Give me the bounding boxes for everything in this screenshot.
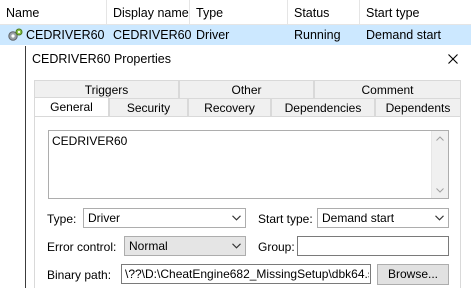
type-dropdown[interactable]: Driver bbox=[83, 208, 246, 228]
group-label: Group: bbox=[258, 240, 295, 254]
description-text: CEDRIVER60 bbox=[52, 134, 128, 148]
error-control-dropdown[interactable]: Normal bbox=[124, 236, 246, 256]
tab-general[interactable]: General bbox=[34, 97, 109, 118]
scroll-down-icon[interactable] bbox=[436, 188, 444, 193]
row-status: Running bbox=[294, 28, 341, 42]
column-header-display-name[interactable]: Display name bbox=[107, 0, 190, 24]
tab-recovery[interactable]: Recovery bbox=[188, 98, 271, 117]
binary-path-label: Binary path: bbox=[47, 268, 112, 282]
scroll-up-icon[interactable] bbox=[436, 136, 444, 141]
row-display-name: CEDRIVER60 bbox=[113, 28, 192, 42]
column-header-start-type[interactable]: Start type bbox=[360, 0, 471, 24]
error-control-label: Error control: bbox=[47, 240, 117, 254]
tab-row-front: General Security Recovery Dependencies D… bbox=[34, 97, 461, 118]
browse-button[interactable]: Browse... bbox=[377, 264, 449, 285]
binary-path-input[interactable]: \??\D:\CheatEngine682_MissingSetup\dbk64… bbox=[121, 264, 371, 284]
description-textarea[interactable]: CEDRIVER60 bbox=[48, 130, 449, 199]
dialog-title: CEDRIVER60 Properties bbox=[32, 52, 171, 66]
dialog-titlebar[interactable]: CEDRIVER60 Properties bbox=[26, 46, 471, 73]
tab-security[interactable]: Security bbox=[109, 98, 188, 117]
start-type-label: Start type: bbox=[258, 212, 313, 226]
start-type-value: Demand start bbox=[322, 211, 395, 225]
tab-dependencies[interactable]: Dependencies bbox=[271, 98, 375, 117]
tab-other[interactable]: Other bbox=[179, 80, 314, 99]
close-icon bbox=[448, 54, 458, 64]
properties-dialog: CEDRIVER60 Properties Triggers Other Com… bbox=[25, 46, 471, 288]
type-label: Type: bbox=[47, 212, 77, 226]
chevron-down-icon bbox=[435, 215, 444, 221]
row-start-type: Demand start bbox=[366, 28, 442, 42]
row-name: CEDRIVER60 bbox=[26, 28, 105, 42]
binary-path-value: \??\D:\CheatEngine682_MissingSetup\dbk64… bbox=[125, 267, 369, 281]
group-input[interactable] bbox=[297, 236, 449, 256]
chevron-down-icon bbox=[232, 215, 241, 221]
column-header-status[interactable]: Status bbox=[288, 0, 360, 24]
chevron-down-icon bbox=[232, 243, 241, 249]
start-type-dropdown[interactable]: Demand start bbox=[317, 208, 449, 228]
error-control-value: Normal bbox=[129, 239, 168, 253]
list-header: Name Display name Type Status Start type bbox=[0, 0, 471, 25]
tab-dependents[interactable]: Dependents bbox=[375, 98, 461, 117]
column-header-type[interactable]: Type bbox=[190, 0, 288, 24]
vertical-scrollbar[interactable] bbox=[431, 131, 448, 198]
close-button[interactable] bbox=[435, 46, 471, 73]
tab-comment[interactable]: Comment bbox=[314, 80, 461, 99]
type-value: Driver bbox=[88, 211, 120, 225]
row-type: Driver bbox=[196, 28, 230, 42]
column-header-name[interactable]: Name bbox=[0, 0, 107, 24]
table-row[interactable]: CEDRIVER60 CEDRIVER60 Driver Running Dem… bbox=[0, 25, 471, 45]
